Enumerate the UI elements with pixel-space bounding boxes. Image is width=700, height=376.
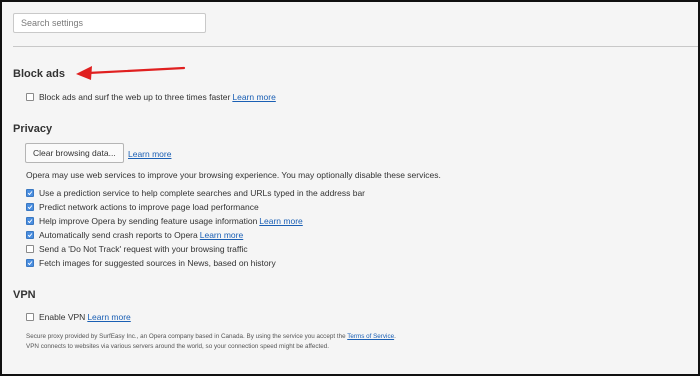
feature-usage-label: Help improve Opera by sending feature us… (39, 216, 258, 226)
block-ads-heading: Block ads (13, 68, 65, 80)
vpn-fine-print-line-2: VPN connects to websites via various ser… (26, 343, 329, 350)
divider (13, 46, 698, 47)
checkmark-icon (27, 233, 33, 238)
terms-of-service-link[interactable]: Terms of Service (347, 333, 394, 340)
fetch-images-label: Fetch images for suggested sources in Ne… (39, 258, 276, 268)
search-input[interactable] (13, 13, 206, 33)
vpn-learn-more-link[interactable]: Learn more (87, 312, 130, 322)
privacy-heading: Privacy (13, 123, 53, 135)
privacy-option[interactable]: Use a prediction service to help complet… (26, 188, 365, 198)
vpn-fine-print-period: . (394, 333, 396, 340)
do-not-track-checkbox[interactable] (26, 245, 34, 253)
block-ads-learn-more-link[interactable]: Learn more (232, 92, 275, 102)
checkmark-icon (27, 261, 33, 266)
predict-network-label: Predict network actions to improve page … (39, 202, 259, 212)
settings-window: Block ads Block ads and surf the web up … (0, 0, 700, 376)
vpn-option[interactable]: Enable VPN Learn more (26, 312, 131, 322)
block-ads-checkbox[interactable] (26, 93, 34, 101)
feature-usage-checkbox[interactable] (26, 217, 34, 225)
privacy-option[interactable]: Predict network actions to improve page … (26, 202, 259, 212)
block-ads-option[interactable]: Block ads and surf the web up to three t… (26, 92, 276, 102)
vpn-heading: VPN (13, 289, 36, 301)
enable-vpn-checkbox[interactable] (26, 313, 34, 321)
fetch-images-checkbox[interactable] (26, 259, 34, 267)
vpn-fine-print-line-1: Secure proxy provided by SurfEasy Inc., … (26, 332, 666, 342)
enable-vpn-label: Enable VPN (39, 312, 86, 322)
privacy-info-text: Opera may use web services to improve yo… (26, 170, 441, 180)
crash-reports-learn-more-link[interactable]: Learn more (200, 230, 243, 240)
crash-reports-checkbox[interactable] (26, 231, 34, 239)
clear-browsing-data-button[interactable]: Clear browsing data... (25, 143, 124, 163)
crash-reports-label: Automatically send crash reports to Oper… (39, 230, 198, 240)
feature-usage-learn-more-link[interactable]: Learn more (259, 216, 302, 226)
checkmark-icon (27, 205, 33, 210)
privacy-option[interactable]: Fetch images for suggested sources in Ne… (26, 258, 276, 268)
privacy-option[interactable]: Help improve Opera by sending feature us… (26, 216, 303, 226)
predict-network-checkbox[interactable] (26, 203, 34, 211)
block-ads-label: Block ads and surf the web up to three t… (39, 92, 231, 102)
checkmark-icon (27, 219, 33, 224)
clear-data-learn-more-link[interactable]: Learn more (128, 149, 171, 159)
prediction-service-checkbox[interactable] (26, 189, 34, 197)
privacy-option[interactable]: Send a 'Do Not Track' request with your … (26, 244, 248, 254)
red-arrow-icon (76, 66, 186, 80)
do-not-track-label: Send a 'Do Not Track' request with your … (39, 244, 248, 254)
checkmark-icon (27, 191, 33, 196)
vpn-fine-print: Secure proxy provided by SurfEasy Inc., … (26, 332, 666, 352)
prediction-service-label: Use a prediction service to help complet… (39, 188, 366, 198)
privacy-option[interactable]: Automatically send crash reports to Oper… (26, 230, 243, 240)
vpn-fine-print-text: Secure proxy provided by SurfEasy Inc., … (26, 333, 346, 340)
